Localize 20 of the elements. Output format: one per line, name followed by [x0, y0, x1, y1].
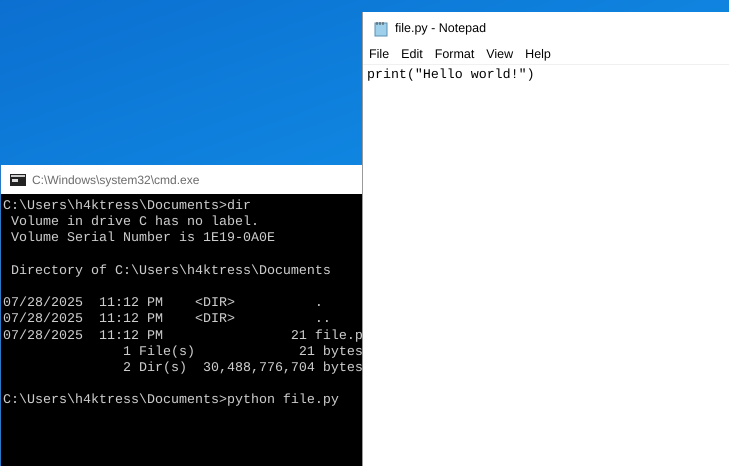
console-line: 07/28/2025 11:12 PM <DIR> .. [3, 312, 332, 328]
console-line: Volume in drive C has no label. [10, 215, 260, 231]
window-title: C:\Windows\system32\cmd.exe [32, 172, 200, 188]
console-line: 07/28/2025 11:12 PM <DIR> . [3, 296, 324, 312]
console-line: C:\Users\h4ktress\Documents>dir [3, 199, 252, 215]
console-line: C:\Users\h4ktress\Documents>python file.py [3, 393, 340, 410]
menu-item[interactable]: File [365, 45, 394, 64]
window-title: file.py - Notepad [395, 20, 486, 38]
console-line: 2 Dir(s) 30,488,776,704 bytes [122, 360, 364, 378]
notepad-icon [373, 20, 389, 36]
console-line: 1 File(s) 21 bytes [122, 344, 364, 361]
text-content[interactable]: print("Hello world!") [363, 65, 729, 83]
menu-item[interactable]: Edit [397, 45, 427, 64]
menu-item[interactable]: Format [430, 45, 478, 64]
console-line: 07/28/2025 11:12 PM 21 file.p [3, 328, 364, 345]
console-icon [10, 174, 26, 186]
menu-item[interactable]: View [482, 45, 518, 64]
menu-item[interactable]: Help [521, 45, 555, 64]
console-line: Directory of C:\Users\h4ktress\Documents [10, 264, 332, 280]
console-line: Volume Serial Number is 1E19-0A0E [10, 231, 276, 248]
